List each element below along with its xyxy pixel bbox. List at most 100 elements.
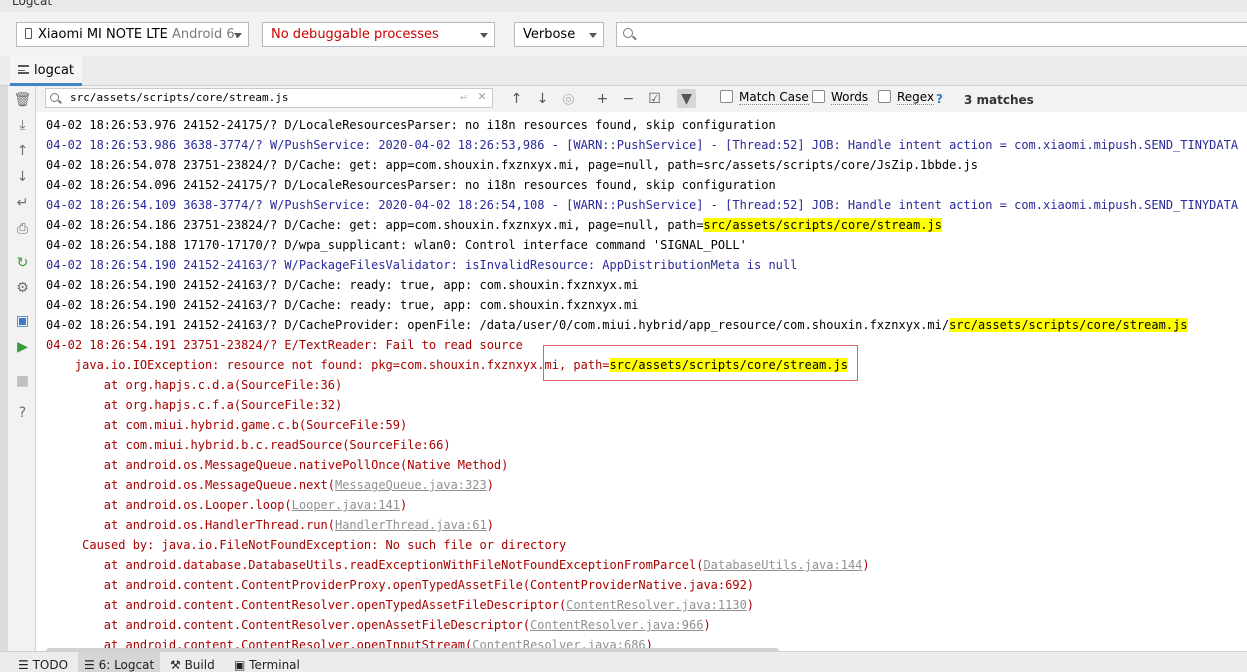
log-line: at android.database.DatabaseUtils.readEx… — [46, 556, 1246, 576]
stop-icon[interactable]: ■ — [14, 372, 31, 389]
arrow-down-icon[interactable]: ↓ — [14, 168, 31, 185]
log-text: 04-02 18:26:54.190 24152-24163/? D/Cache… — [46, 278, 639, 292]
clear-icon[interactable]: ✕ — [478, 89, 486, 104]
log-text: at android.content.ContentResolver.openA… — [46, 618, 531, 632]
help-icon[interactable]: ? — [14, 404, 31, 421]
select-all-occurrences-icon[interactable]: ☑ — [645, 89, 664, 108]
log-text: at org.hapjs.c.d.a(SourceFile:36) — [46, 378, 343, 392]
checkbox-icon — [720, 90, 733, 103]
phone-icon — [25, 28, 32, 39]
match-case-checkbox[interactable]: Match Case — [720, 90, 809, 108]
filter-icon[interactable]: ▼ — [677, 89, 696, 108]
log-line: 04-02 18:26:54.188 17170-17170/? D/wpa_s… — [46, 236, 1246, 256]
logcat-search-input[interactable] — [616, 22, 1247, 47]
log-text-tail: ) — [862, 558, 870, 572]
tab-build[interactable]: ⚒ Build — [164, 652, 221, 672]
add-selection-icon[interactable]: + — [593, 89, 612, 108]
log-line: 04-02 18:26:53.976 24152-24175/? D/Local… — [46, 116, 1246, 136]
screen-capture-icon[interactable]: ▣ — [14, 312, 31, 329]
chevron-down-icon — [589, 33, 597, 38]
log-line: at com.miui.hybrid.game.c.b(SourceFile:5… — [46, 416, 1246, 436]
print-icon[interactable]: ⎙ — [14, 220, 31, 237]
source-link[interactable]: Looper.java:141 — [292, 498, 400, 512]
log-text: Caused by: java.io.FileNotFoundException… — [46, 538, 567, 552]
source-link[interactable]: ContentResolver.java:1130 — [566, 598, 747, 612]
log-text: at org.hapjs.c.f.a(SourceFile:32) — [46, 398, 343, 412]
source-link[interactable]: MessageQueue.java:323 — [335, 478, 487, 492]
log-line: at org.hapjs.c.f.a(SourceFile:32) — [46, 396, 1246, 416]
restart-icon[interactable]: ↻ — [14, 254, 31, 271]
log-text: 04-02 18:26:54.188 17170-17170/? D/wpa_s… — [46, 238, 747, 252]
soft-wrap-icon[interactable]: ↵ — [14, 194, 31, 211]
remove-selection-icon[interactable]: − — [619, 89, 638, 108]
tab-terminal-label: Terminal — [249, 658, 300, 672]
log-text: 04-02 18:26:53.976 24152-24175/? D/Local… — [46, 118, 776, 132]
log-text: 04-02 18:26:54.096 24152-24175/? D/Local… — [46, 178, 776, 192]
clear-logcat-icon[interactable]: 🗑︎ — [14, 91, 32, 108]
scroll-to-end-icon[interactable]: ⤓ — [14, 116, 31, 133]
words-label: Words — [831, 90, 869, 105]
source-link[interactable]: HandlerThread.java:61 — [335, 518, 487, 532]
tab-logcat[interactable]: logcat — [10, 56, 83, 86]
log-line: 04-02 18:26:54.190 24152-24163/? D/Cache… — [46, 296, 1246, 316]
log-text: at android.os.MessageQueue.nativePollOnc… — [46, 458, 509, 472]
log-line: at android.os.Looper.loop(Looper.java:14… — [46, 496, 1246, 516]
history-icon[interactable]: ↩ — [460, 90, 467, 104]
source-link[interactable]: ContentResolver.java:966 — [530, 618, 703, 632]
log-line: at android.content.ContentProviderProxy.… — [46, 576, 1246, 596]
tab-logcat-bottom[interactable]: ☰ 6: Logcat — [78, 652, 161, 672]
find-bar: src/assets/scripts/core/stream.js ↩ ✕ ↑ … — [36, 86, 1247, 112]
next-occurrence-icon[interactable]: ↓ — [533, 89, 552, 108]
find-all-icon[interactable]: ◎ — [559, 89, 578, 108]
log-text-tail: ) — [486, 478, 494, 492]
log-text: at com.miui.hybrid.b.c.readSource(Source… — [46, 438, 451, 452]
screen-record-icon[interactable]: ▶ — [14, 338, 31, 355]
log-text: 04-02 18:26:53.986 3638-3774/? W/PushSer… — [46, 138, 1239, 152]
log-text: java.io.IOException: resource not found:… — [46, 358, 610, 372]
window-title: Logcat — [12, 0, 53, 8]
regex-label: Regex — [897, 90, 935, 105]
device-selector[interactable]: Xiaomi MI NOTE LTE Android 6. — [16, 22, 249, 47]
previous-occurrence-icon[interactable]: ↑ — [507, 89, 526, 108]
log-text: at android.content.ContentResolver.openT… — [46, 598, 567, 612]
chevron-down-icon — [234, 33, 242, 38]
log-line: 04-02 18:26:54.191 24152-24163/? D/Cache… — [46, 316, 1246, 336]
log-text: 04-02 18:26:54.186 23751-23824/? D/Cache… — [46, 218, 704, 232]
arrow-up-icon[interactable]: ↑ — [14, 142, 31, 159]
bottom-tool-bar: ☰ TODO ☰ 6: Logcat ⚒ Build ▣ Terminal — [0, 651, 1247, 672]
log-level-selector[interactable]: Verbose — [514, 22, 604, 47]
tab-terminal[interactable]: ▣ Terminal — [228, 652, 306, 672]
regex-help-link[interactable]: ? — [936, 92, 943, 106]
process-selector[interactable]: No debuggable processes — [262, 22, 495, 47]
find-input[interactable]: src/assets/scripts/core/stream.js ↩ ✕ — [45, 88, 493, 108]
gear-icon[interactable]: ⚙ — [14, 279, 31, 296]
log-line: 04-02 18:26:54.186 23751-23824/? D/Cache… — [46, 216, 1246, 236]
search-match-highlight: src/assets/scripts/core/stream.js — [949, 318, 1188, 332]
list-icon — [18, 65, 29, 74]
find-query: src/assets/scripts/core/stream.js — [70, 91, 289, 104]
log-line: at android.os.HandlerThread.run(HandlerT… — [46, 516, 1246, 536]
logcat-output-panel: src/assets/scripts/core/stream.js ↩ ✕ ↑ … — [36, 86, 1247, 651]
log-line: Caused by: java.io.FileNotFoundException… — [46, 536, 1246, 556]
log-line: at android.content.ContentResolver.openT… — [46, 596, 1246, 616]
log-text: 04-02 18:26:54.190 24152-24163/? W/Packa… — [46, 258, 798, 272]
log-text: 04-02 18:26:54.109 3638-3774/? W/PushSer… — [46, 198, 1239, 212]
log-text: at android.os.HandlerThread.run( — [46, 518, 335, 532]
log-line: 04-02 18:26:54.190 24152-24163/? W/Packa… — [46, 256, 1246, 276]
search-match-highlight: src/assets/scripts/core/stream.js — [703, 218, 942, 232]
log-line: 04-02 18:26:54.190 24152-24163/? D/Cache… — [46, 276, 1246, 296]
process-label: No debuggable processes — [271, 27, 439, 42]
search-icon — [623, 28, 633, 38]
device-os: Android 6. — [172, 27, 239, 42]
log-line: at android.os.MessageQueue.next(MessageQ… — [46, 476, 1246, 496]
tab-build-label: Build — [184, 658, 215, 672]
tab-todo[interactable]: ☰ TODO — [12, 652, 74, 672]
checkbox-icon — [878, 90, 891, 103]
logcat-toolbar: Xiaomi MI NOTE LTE Android 6. No debugga… — [0, 12, 1247, 56]
source-link[interactable]: DatabaseUtils.java:144 — [703, 558, 862, 572]
annotation-box — [543, 345, 858, 381]
words-checkbox[interactable]: Words — [812, 90, 869, 108]
log-line: 04-02 18:26:54.096 24152-24175/? D/Local… — [46, 176, 1246, 196]
log-text-tail: ) — [703, 618, 711, 632]
regex-checkbox[interactable]: Regex — [878, 90, 935, 108]
